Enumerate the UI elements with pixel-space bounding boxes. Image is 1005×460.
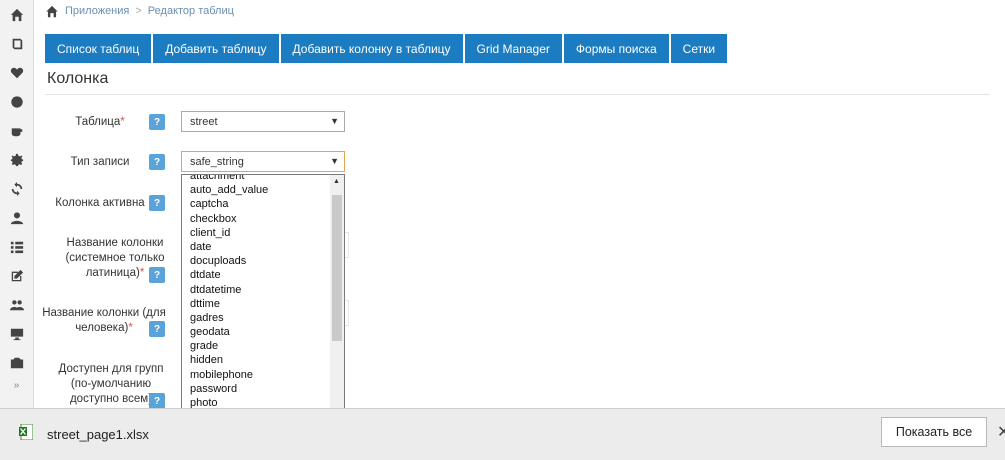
scroll-up-icon[interactable]: ▲ bbox=[333, 178, 340, 185]
dropdown-option[interactable]: attachment bbox=[182, 175, 330, 183]
active-label: Колонка активна bbox=[55, 197, 145, 209]
home-icon[interactable] bbox=[0, 0, 33, 29]
page-title: Колонка bbox=[47, 70, 109, 87]
book-icon[interactable] bbox=[0, 29, 33, 58]
globe-icon[interactable] bbox=[0, 87, 33, 116]
sidebar: » bbox=[0, 0, 34, 408]
gear-icon[interactable] bbox=[0, 145, 33, 174]
refresh-icon[interactable] bbox=[0, 174, 33, 203]
tab-table-list[interactable]: Список таблиц bbox=[45, 34, 152, 63]
excel-file-icon[interactable] bbox=[19, 424, 33, 440]
scrollbar-thumb[interactable] bbox=[332, 195, 342, 341]
tab-add-column[interactable]: Добавить колонку в таблицу bbox=[280, 34, 463, 63]
dropdown-option[interactable]: client_id bbox=[182, 226, 330, 240]
breadcrumb: Приложения > Редактор таблиц bbox=[45, 3, 234, 19]
camera-icon[interactable] bbox=[0, 348, 33, 377]
help-icon[interactable]: ? bbox=[149, 267, 165, 283]
breadcrumb-separator: > bbox=[135, 5, 142, 17]
collapse-sidebar-icon[interactable]: » bbox=[0, 377, 33, 395]
divider bbox=[45, 94, 990, 95]
dropdown-option[interactable]: grade bbox=[182, 339, 330, 353]
dropdown-option[interactable]: dtdatetime bbox=[182, 283, 330, 297]
dropdown-option[interactable]: password bbox=[182, 382, 330, 396]
tab-grids[interactable]: Сетки bbox=[670, 34, 728, 63]
dropdown-option[interactable]: docuploads bbox=[182, 254, 330, 268]
table-label: Таблица* bbox=[75, 116, 125, 128]
dropdown-option[interactable]: gadres bbox=[182, 311, 330, 325]
dropdown-option[interactable]: geodata bbox=[182, 325, 330, 339]
download-file-name[interactable]: street_page1.xlsx bbox=[47, 427, 149, 442]
dropdown-option[interactable]: mobilephone bbox=[182, 368, 330, 382]
download-bar: street_page1.xlsx Показать все ✕ bbox=[0, 408, 1005, 460]
help-icon[interactable]: ? bbox=[149, 321, 165, 337]
chevron-down-icon: ▼ bbox=[330, 156, 339, 166]
show-all-button[interactable]: Показать все bbox=[881, 417, 987, 447]
coffee-icon[interactable] bbox=[0, 116, 33, 145]
top-nav: Список таблиц Добавить таблицу Добавить … bbox=[45, 34, 728, 63]
dropdown-option[interactable]: hidden bbox=[182, 353, 330, 367]
breadcrumb-item[interactable]: Приложения bbox=[65, 5, 129, 17]
users-icon[interactable] bbox=[0, 290, 33, 319]
help-icon[interactable]: ? bbox=[149, 393, 165, 409]
tab-grid-manager[interactable]: Grid Manager bbox=[464, 34, 562, 63]
dropdown-option[interactable]: checkbox bbox=[182, 212, 330, 226]
tab-search-forms[interactable]: Формы поиска bbox=[563, 34, 669, 63]
type-label: Тип записи bbox=[70, 156, 130, 168]
table-select[interactable]: street ▼ bbox=[181, 111, 345, 132]
list-icon[interactable] bbox=[0, 232, 33, 261]
help-icon[interactable]: ? bbox=[149, 154, 165, 170]
help-icon[interactable]: ? bbox=[149, 114, 165, 130]
dropdown-option[interactable]: dttime bbox=[182, 297, 330, 311]
dropdown-option[interactable]: auto_add_value bbox=[182, 183, 330, 197]
dropdown-option[interactable]: date bbox=[182, 240, 330, 254]
heart-icon[interactable] bbox=[0, 58, 33, 87]
breadcrumb-item[interactable]: Редактор таблиц bbox=[148, 5, 234, 17]
dropdown-option[interactable]: captcha bbox=[182, 197, 330, 211]
home-icon[interactable] bbox=[45, 5, 59, 18]
type-select[interactable]: safe_string ▼ bbox=[181, 151, 345, 172]
help-icon[interactable]: ? bbox=[149, 195, 165, 211]
edit-icon[interactable] bbox=[0, 261, 33, 290]
chevron-down-icon: ▼ bbox=[330, 116, 339, 126]
dropdown-option[interactable]: dtdate bbox=[182, 268, 330, 282]
tab-add-table[interactable]: Добавить таблицу bbox=[153, 34, 279, 63]
close-icon[interactable]: ✕ bbox=[997, 422, 1005, 442]
user-icon[interactable] bbox=[0, 203, 33, 232]
monitor-icon[interactable] bbox=[0, 319, 33, 348]
